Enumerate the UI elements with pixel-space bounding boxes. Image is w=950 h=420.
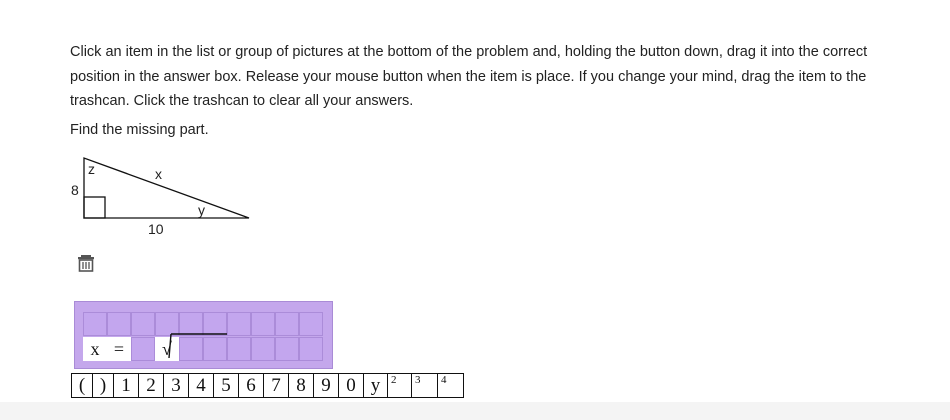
instructions-text: Click an item in the list or group of pi…: [70, 44, 868, 109]
answer-slot[interactable]: [227, 312, 251, 336]
answer-row-superscript: [83, 312, 323, 336]
answer-slot[interactable]: [203, 312, 227, 336]
answer-radical[interactable]: √: [155, 337, 179, 361]
tile-digit-7[interactable]: 7: [264, 374, 289, 397]
problem-prompt: Find the missing part.: [70, 122, 209, 138]
tile-open-paren[interactable]: (: [72, 374, 93, 397]
tile-digit-9[interactable]: 9: [314, 374, 339, 397]
answer-slot[interactable]: [131, 312, 155, 336]
tile-close-paren[interactable]: ): [93, 374, 114, 397]
tile-exponent-4[interactable]: 4: [438, 374, 463, 397]
label-z: z: [88, 161, 95, 177]
label-y: y: [198, 202, 205, 218]
answer-slot[interactable]: [299, 312, 323, 336]
answer-slot[interactable]: [299, 337, 323, 361]
answer-row-main: x = √: [83, 337, 323, 361]
trashcan-icon[interactable]: [76, 253, 96, 273]
label-8: 8: [71, 182, 79, 198]
right-angle-marker: [83, 196, 106, 219]
answer-slot[interactable]: [203, 337, 227, 361]
tile-digit-4[interactable]: 4: [189, 374, 214, 397]
answer-slot[interactable]: [83, 312, 107, 336]
answer-slot[interactable]: [227, 337, 251, 361]
answer-slot[interactable]: [179, 337, 203, 361]
tile-exponent-3[interactable]: 3: [412, 374, 438, 397]
answer-box[interactable]: x = √: [74, 301, 333, 369]
answer-slot[interactable]: [155, 312, 179, 336]
answer-slot[interactable]: [251, 312, 275, 336]
tile-digit-8[interactable]: 8: [289, 374, 314, 397]
answer-slot[interactable]: [275, 337, 299, 361]
answer-slot[interactable]: [179, 312, 203, 336]
tile-var-y[interactable]: y: [364, 374, 388, 397]
tile-digit-6[interactable]: 6: [239, 374, 264, 397]
answer-slot[interactable]: [275, 312, 299, 336]
page-footer-band: [0, 402, 950, 420]
answer-slot[interactable]: [251, 337, 275, 361]
tile-palette: ( ) 1 2 3 4 5 6 7 8 9 0 y 2 3 4: [71, 373, 464, 398]
right-triangle-figure: z x 8 y 10: [71, 157, 250, 237]
label-10: 10: [148, 221, 164, 237]
label-x: x: [155, 166, 162, 182]
answer-slot[interactable]: [131, 337, 155, 361]
tile-exponent-2[interactable]: 2: [388, 374, 412, 397]
tile-digit-5[interactable]: 5: [214, 374, 239, 397]
triangle-outline: [83, 157, 250, 219]
tile-digit-0[interactable]: 0: [339, 374, 364, 397]
answer-var-x[interactable]: x: [83, 337, 107, 361]
tile-digit-1[interactable]: 1: [114, 374, 139, 397]
answer-slot[interactable]: [107, 312, 131, 336]
answer-equals[interactable]: =: [107, 337, 131, 361]
tile-digit-3[interactable]: 3: [164, 374, 189, 397]
tile-digit-2[interactable]: 2: [139, 374, 164, 397]
